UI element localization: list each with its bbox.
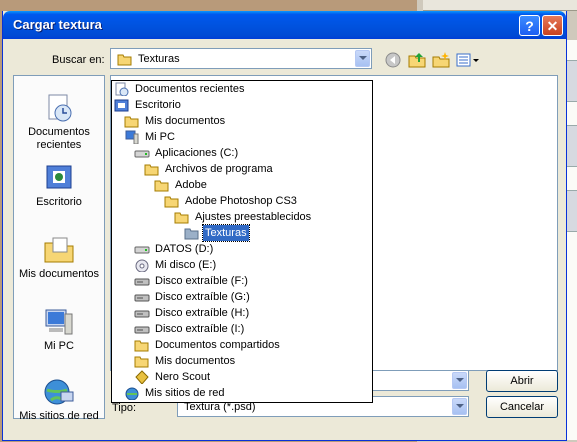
dropdown-item[interactable]: Adobe	[154, 177, 209, 193]
look-in-value: Texturas	[138, 53, 180, 65]
place-label: Escritorio	[36, 196, 82, 208]
dropdown-item[interactable]: DATOS (D:)	[134, 241, 215, 257]
dropdown-item-label: Nero Scout	[155, 371, 211, 383]
place-network[interactable]: Mis sitios de red	[14, 376, 104, 423]
dropdown-item-label: Mis documentos	[145, 115, 226, 127]
dropdown-item-label: Escritorio	[135, 99, 181, 111]
window-title: Cargar textura	[13, 17, 102, 32]
dropdown-item[interactable]: Mis sitios de red	[124, 385, 226, 401]
new-folder-icon[interactable]	[432, 51, 450, 69]
desktop-icon	[114, 99, 129, 112]
dropdown-item-label: Documentos compartidos	[155, 339, 280, 351]
place-my-documents[interactable]: Mis documentos	[14, 234, 104, 281]
my-computer-icon	[125, 130, 139, 144]
dropdown-item-label: Archivos de programa	[165, 163, 273, 175]
place-my-computer[interactable]: Mi PC	[14, 306, 104, 353]
dropdown-item[interactable]: Aplicaciones (C:)	[134, 145, 240, 161]
dropdown-item[interactable]: Disco extraíble (H:)	[134, 305, 251, 321]
network-places-icon	[125, 387, 139, 400]
close-button[interactable]: ✕	[542, 15, 563, 36]
dropdown-item[interactable]: Archivos de programa	[144, 161, 275, 177]
dropdown-item[interactable]: Documentos recientes	[114, 81, 246, 97]
drive-icon	[134, 246, 150, 254]
place-label: Documentos recientes	[28, 126, 90, 151]
open-texture-dialog: Cargar textura ? ✕ Buscar en: Texturas D…	[2, 11, 567, 441]
dropdown-item[interactable]: Mi disco (E:)	[134, 257, 218, 273]
dropdown-item[interactable]: Escritorio	[114, 97, 183, 113]
my-computer-icon	[45, 309, 73, 335]
folder-icon	[134, 356, 149, 368]
look-in-select[interactable]: Texturas	[110, 48, 372, 69]
network-places-icon	[44, 379, 74, 405]
file-type-label: Tipo:	[112, 402, 137, 414]
dropdown-item-label: Disco extraíble (G:)	[155, 291, 250, 303]
folder-icon	[124, 116, 139, 128]
nero-scout-icon	[135, 370, 149, 384]
my-documents-icon	[44, 237, 74, 263]
dropdown-item[interactable]: Mi PC	[124, 129, 177, 145]
folder-icon	[144, 164, 159, 176]
folder-icon	[154, 180, 169, 192]
dropdown-item-label: Mi PC	[145, 131, 175, 143]
open-button[interactable]: Abrir	[486, 370, 558, 392]
recent-documents-icon	[48, 94, 72, 122]
removable-drive-icon	[134, 310, 150, 318]
place-label: Mi PC	[44, 340, 74, 352]
back-icon[interactable]	[385, 52, 401, 68]
dropdown-item[interactable]: Texturas	[184, 224, 250, 242]
desktop-icon	[46, 165, 72, 189]
chevron-down-icon[interactable]	[452, 398, 467, 415]
view-menu-icon[interactable]	[456, 52, 480, 68]
dropdown-item[interactable]: Disco extraíble (I:)	[134, 321, 246, 337]
removable-drive-icon	[134, 294, 150, 302]
look-in-label: Buscar en:	[52, 54, 105, 66]
dropdown-item[interactable]: Mis documentos	[124, 113, 227, 129]
dropdown-item-label: Disco extraíble (I:)	[155, 323, 245, 335]
dropdown-item-label: Aplicaciones (C:)	[155, 147, 239, 159]
dropdown-item[interactable]: Disco extraíble (G:)	[134, 289, 252, 305]
background-app-strip	[423, 0, 577, 11]
dropdown-item-label: Mis sitios de red	[145, 387, 225, 399]
cd-drive-icon	[135, 259, 149, 272]
removable-drive-icon	[134, 326, 150, 334]
dropdown-item[interactable]: Documentos compartidos	[134, 337, 282, 353]
open-folder-icon	[184, 228, 199, 240]
place-label: Mis documentos	[18, 268, 100, 280]
dropdown-item-label: Mis documentos	[155, 355, 236, 367]
cancel-button[interactable]: Cancelar	[486, 396, 558, 418]
place-recent-documents[interactable]: Documentos recientes	[14, 92, 104, 152]
up-folder-icon[interactable]	[408, 51, 426, 69]
help-button[interactable]: ?	[519, 15, 540, 36]
dropdown-item-label: Adobe Photoshop CS3	[185, 195, 297, 207]
dropdown-item-label: Disco extraíble (F:)	[155, 275, 248, 287]
chevron-down-icon[interactable]	[355, 50, 370, 67]
dropdown-item-label: Disco extraíble (H:)	[155, 307, 250, 319]
dropdown-item[interactable]: Adobe Photoshop CS3	[164, 193, 299, 209]
folder-icon	[134, 340, 149, 352]
place-desktop[interactable]: Escritorio	[14, 162, 104, 209]
dropdown-item-label: Ajustes preestablecidos	[195, 211, 312, 223]
dropdown-item-label: Mi disco (E:)	[155, 259, 217, 271]
removable-drive-icon	[134, 278, 150, 286]
recent-documents-icon	[115, 82, 129, 96]
drive-icon	[134, 150, 150, 158]
dropdown-item[interactable]: Disco extraíble (F:)	[134, 273, 250, 289]
look-in-dropdown-list: Documentos recientes Escritorio Mis docume…	[111, 80, 373, 403]
chevron-down-icon[interactable]	[452, 372, 467, 389]
title-bar[interactable]: Cargar textura ? ✕	[3, 11, 566, 39]
dropdown-item[interactable]: Ajustes preestablecidos	[174, 209, 313, 225]
dropdown-item-label: Documentos recientes	[135, 83, 245, 95]
dropdown-item-label: Texturas	[202, 224, 250, 242]
dropdown-item[interactable]: Mis documentos	[134, 353, 237, 369]
filename-input[interactable]	[371, 370, 469, 391]
place-label: Mis sitios de red	[19, 410, 99, 422]
folder-icon	[164, 196, 179, 208]
folder-icon	[174, 212, 189, 224]
places-bar: Documentos recientes Escritorio Mis docu…	[13, 75, 105, 422]
dropdown-item-label: Adobe	[175, 179, 207, 191]
dropdown-item-label: DATOS (D:)	[155, 243, 214, 255]
open-folder-icon	[117, 54, 132, 66]
dropdown-item[interactable]: Nero Scout	[134, 369, 212, 385]
